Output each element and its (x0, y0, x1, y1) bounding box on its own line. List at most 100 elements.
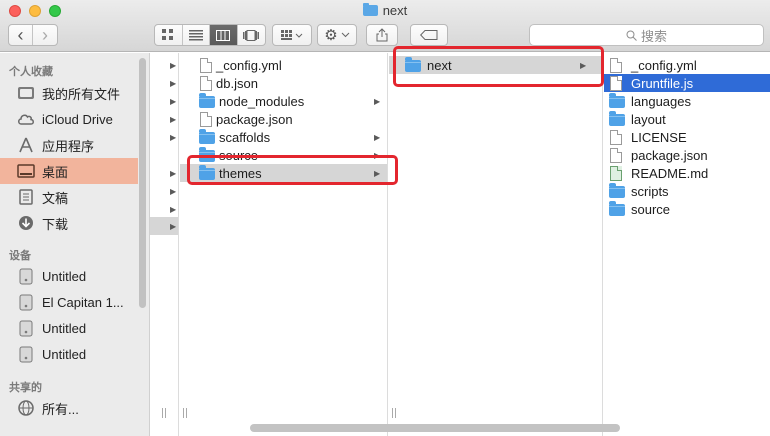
chevron-down-icon (341, 32, 350, 38)
search-icon (626, 30, 637, 41)
icon-view-button[interactable] (155, 25, 183, 45)
file-name: package.json (216, 111, 293, 127)
sidebar-item-label: 所有... (42, 401, 79, 417)
sidebar-item-shared-all[interactable]: 所有... (0, 395, 138, 421)
file-icon (610, 129, 622, 145)
list-item[interactable]: _config.yml (604, 56, 770, 74)
cloud-icon (17, 110, 35, 128)
list-item[interactable]: scripts (604, 182, 770, 200)
documents-icon (17, 188, 35, 206)
sidebar-item-label: Untitled (42, 320, 87, 336)
folder-name: languages (631, 93, 691, 109)
share-icon (376, 28, 388, 42)
list-item[interactable]: ▶ (150, 128, 178, 146)
sidebar-item-device[interactable]: Untitled (0, 263, 138, 289)
coverflow-view-button[interactable] (238, 25, 265, 45)
sidebar-item-applications[interactable]: 应用程序 (0, 132, 138, 158)
list-item[interactable]: layout (604, 110, 770, 128)
forward-icon: › (42, 24, 48, 45)
sidebar-item-label: 桌面 (42, 164, 69, 180)
sidebar-scrollbar[interactable] (139, 58, 146, 308)
highlight-box-next (393, 46, 604, 87)
sidebar-item-device[interactable]: Untitled (0, 315, 138, 341)
sidebar-item-desktop[interactable]: 桌面 (0, 158, 138, 184)
favorites-heading: 个人收藏 (9, 66, 53, 78)
list-item[interactable]: node_modules ▶ (180, 92, 387, 110)
file-name: _config.yml (631, 57, 697, 73)
list-item[interactable]: package.json (180, 110, 387, 128)
list-item[interactable]: source (604, 200, 770, 218)
file-icon (200, 111, 212, 127)
list-item[interactable]: languages (604, 92, 770, 110)
horizontal-scrollbar[interactable] (250, 424, 620, 432)
action-button[interactable]: ⚙ (317, 24, 357, 46)
sidebar-item-label: 文稿 (42, 190, 69, 206)
sidebar-item-label: El Capitan 1... (42, 294, 124, 310)
disk-icon (17, 267, 35, 285)
file-name: _config.yml (216, 57, 282, 73)
sidebar-item-all-files[interactable]: 我的所有文件 (0, 80, 138, 106)
sidebar-item-icloud[interactable]: iCloud Drive (0, 106, 138, 132)
list-item[interactable]: scaffolds ▶ (180, 128, 387, 146)
folder-icon (609, 201, 625, 216)
sidebar-item-device[interactable]: El Capitan 1... (0, 289, 138, 315)
list-item[interactable]: ▶ (150, 200, 178, 218)
tag-icon (420, 30, 438, 40)
file-icon (610, 75, 622, 91)
sidebar-item-downloads[interactable]: 下载 (0, 210, 138, 236)
list-item[interactable]: LICENSE (604, 128, 770, 146)
folder-name: source (631, 201, 671, 217)
devices-heading: 设备 (9, 250, 31, 262)
list-item[interactable]: _config.yml (180, 56, 387, 74)
column-resize-handle[interactable] (392, 408, 396, 418)
list-item[interactable]: package.json (604, 146, 770, 164)
list-item[interactable]: ▶ (150, 92, 178, 110)
search-placeholder: 搜索 (640, 28, 667, 44)
file-name: README.md (631, 165, 709, 181)
folder-icon (199, 129, 215, 144)
tags-button[interactable] (410, 24, 448, 46)
column-resize-handle[interactable] (162, 408, 166, 418)
folder-icon (199, 93, 215, 108)
folder-name: layout (631, 111, 666, 127)
column-root: ▶ ▶ ▶ ▶ ▶ ▶ ▶ ▶ ▶ (150, 53, 179, 436)
list-view-button[interactable] (183, 25, 210, 45)
folder-icon (609, 93, 625, 108)
list-item[interactable]: ▶ (150, 164, 178, 182)
file-name: package.json (631, 147, 708, 163)
list-item[interactable]: ▶ (150, 110, 178, 128)
back-button[interactable]: ‹ (9, 25, 33, 45)
column-view-button[interactable] (210, 25, 238, 45)
disclosure-arrow-icon: ▶ (374, 132, 381, 142)
forward-button[interactable]: › (33, 25, 57, 45)
sidebar-item-label: Untitled (42, 346, 87, 362)
list-item-selected[interactable]: ▶ (150, 217, 178, 235)
list-item-selected[interactable]: Gruntfile.js (604, 74, 770, 92)
disk-icon (17, 345, 35, 363)
column-themes: next ▶ (389, 53, 603, 436)
folder-icon (362, 3, 378, 16)
list-item[interactable]: ▶ (150, 74, 178, 92)
desktop-icon (17, 162, 35, 180)
list-item[interactable]: db.json (180, 74, 387, 92)
list-item[interactable]: ▶ (150, 182, 178, 200)
coverflow-icon (243, 29, 260, 41)
search-field[interactable]: 搜索 (529, 24, 764, 46)
list-item[interactable]: ▶ (150, 56, 178, 74)
markdown-file-icon (610, 165, 622, 181)
arrange-icon (281, 29, 303, 40)
disk-icon (17, 293, 35, 311)
list-icon (188, 29, 203, 40)
sidebar-item-device[interactable]: Untitled (0, 341, 138, 367)
columns-icon (216, 29, 231, 41)
list-item[interactable]: README.md (604, 164, 770, 182)
file-icon (610, 147, 622, 163)
disk-icon (17, 319, 35, 337)
sidebar-item-documents[interactable]: 文稿 (0, 184, 138, 210)
column-resize-handle[interactable] (183, 408, 187, 418)
sidebar-item-label: 应用程序 (42, 138, 95, 154)
arrange-button[interactable] (272, 24, 312, 46)
share-button[interactable] (366, 24, 398, 46)
download-icon (17, 214, 35, 232)
all-files-icon (17, 84, 35, 102)
